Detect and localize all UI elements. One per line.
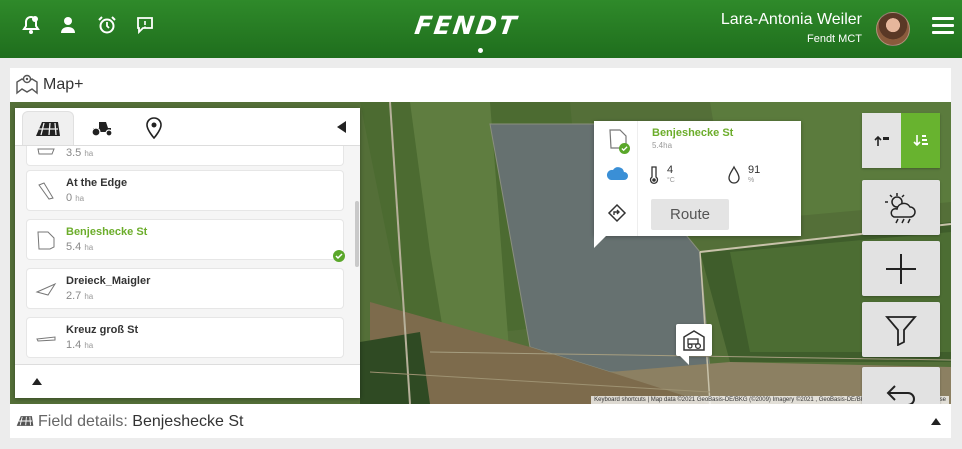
cloud-icon [606,167,628,180]
popup-pointer [594,236,606,248]
weather-layer-button[interactable] [862,180,940,235]
field-shape-icon [37,148,55,155]
field-unit: ha [75,194,85,203]
collapse-panel-arrow-icon[interactable] [337,121,346,133]
humidity-drop-icon [728,165,740,184]
field-shape-icon [37,231,55,250]
popup-field-name: Benjeshecke St [652,127,734,139]
layer-order-toggle[interactable] [862,113,940,168]
field-name: Dreieck_Maigler [66,275,151,287]
tractor-icon [91,122,113,137]
field-shape-icon [35,282,57,296]
user-name[interactable]: Lara-Antonia Weiler [721,11,862,29]
machine-location-marker[interactable] [676,324,712,365]
field-unit: ha [84,341,94,350]
temperature-unit: °C [667,177,675,184]
fields-icon [16,416,34,426]
temperature-value: 4 [667,164,674,176]
page-indicator [478,48,483,53]
field-shape-icon [38,182,54,200]
field-details-bar[interactable]: Field details: Benjeshecke St [10,404,951,438]
field-unit: ha [84,292,94,301]
list-item[interactable]: At the Edge 0 ha [27,171,343,210]
plus-icon [886,253,916,284]
field-list-panel: 3.5 ha At the Edge 0 ha Benjeshecke St 5… [15,108,360,398]
fields-icon [36,121,60,136]
organization-name: Fendt MCT [806,33,862,45]
map-title: Map+ [43,76,84,93]
popup-field-area: 5.4ha [652,141,673,150]
hamburger-menu-icon[interactable] [932,17,954,35]
field-area: 5.4 [66,241,82,253]
filter-icon [885,315,917,346]
humidity-value: 91 [748,164,761,176]
field-area: 2.7 [66,290,82,302]
field-name: Benjeshecke St [66,226,148,238]
tab-locations[interactable] [128,111,180,145]
expand-panel-arrow-icon[interactable] [32,378,42,385]
add-button[interactable] [862,241,940,296]
user-icon[interactable] [56,13,80,37]
field-list: 3.5 ha At the Edge 0 ha Benjeshecke St 5… [15,146,360,364]
panel-tabs [15,108,360,146]
tab-machines[interactable] [76,111,128,145]
thermometer-icon [649,166,659,185]
brand-logo: FENDT [412,11,520,40]
map-section-header: Map+ [10,68,951,102]
scrollbar[interactable] [355,201,359,267]
field-info-popup: Benjeshecke St 5.4ha 4 °C 91 % Route [594,121,801,236]
alarm-clock-icon[interactable] [95,13,119,37]
expand-details-arrow-icon[interactable] [931,418,941,425]
selected-check-icon [333,250,345,262]
field-details-label: Field details: [38,413,128,430]
field-shape-icon [36,336,56,342]
field-unit: ha [84,149,94,158]
notification-icon[interactable] [19,13,43,37]
panel-footer [15,364,360,398]
list-item-selected[interactable]: Benjeshecke St 5.4 ha [27,220,345,262]
field-unit: ha [84,243,94,252]
field-details-value: Benjeshecke St [132,413,244,430]
humidity-unit: % [748,177,755,184]
list-item[interactable]: Kreuz groß St 1.4 ha [27,318,343,357]
sort-ascending-icon[interactable] [862,113,901,168]
map-location-icon [15,73,39,97]
sort-descending-icon[interactable] [901,113,940,168]
field-area: 1.4 [66,339,82,351]
location-pin-icon [146,117,162,139]
route-button[interactable]: Route [651,199,729,230]
garage-tractor-icon [683,330,705,351]
feedback-icon[interactable] [133,13,157,37]
list-item[interactable]: Dreieck_Maigler 2.7 ha [27,269,343,308]
list-item[interactable]: 3.5 ha [27,146,343,165]
field-area: 0 [66,192,73,204]
weather-storm-icon [885,192,916,223]
top-bar: FENDT Lara-Antonia Weiler Fendt MCT [0,0,962,58]
field-area: 3.5 [66,147,82,159]
field-name: At the Edge [66,177,128,189]
selected-check-icon [619,143,630,154]
route-icon [607,203,627,223]
tab-fields[interactable] [22,111,74,145]
avatar[interactable] [876,12,910,46]
field-name: Kreuz groß St [66,324,139,336]
filter-button[interactable] [862,302,940,357]
